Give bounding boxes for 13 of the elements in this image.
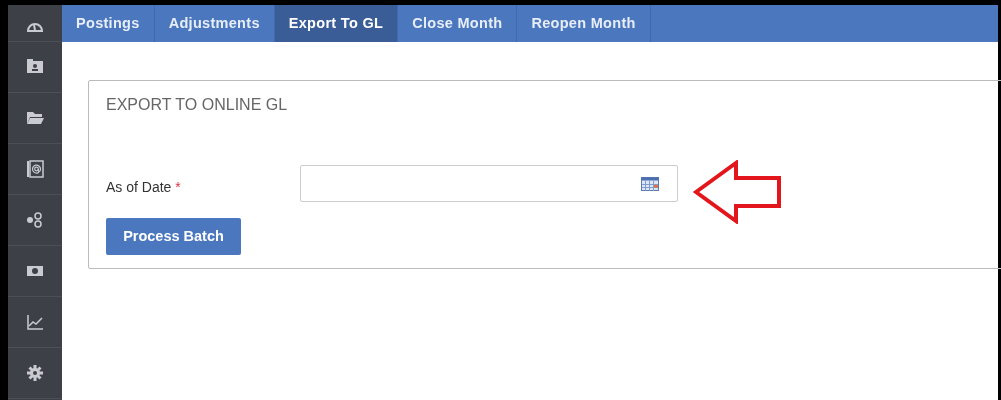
date-field[interactable]: [300, 165, 678, 202]
gear-icon[interactable]: [26, 364, 44, 382]
contact-folder-icon[interactable]: [26, 58, 44, 76]
field-label: As of Date: [106, 179, 172, 195]
calendar-icon[interactable]: [641, 176, 659, 191]
people-icon[interactable]: [26, 211, 44, 229]
tab[interactable]: Export To GL: [274, 5, 399, 42]
line-chart-icon[interactable]: [26, 313, 44, 331]
folder-icon[interactable]: [26, 109, 44, 127]
address-book-icon[interactable]: [26, 160, 44, 178]
process-batch-button[interactable]: Process Batch: [106, 218, 241, 256]
panel-title: EXPORT TO ONLINE GL: [106, 95, 289, 115]
required-mark: *: [175, 179, 181, 195]
